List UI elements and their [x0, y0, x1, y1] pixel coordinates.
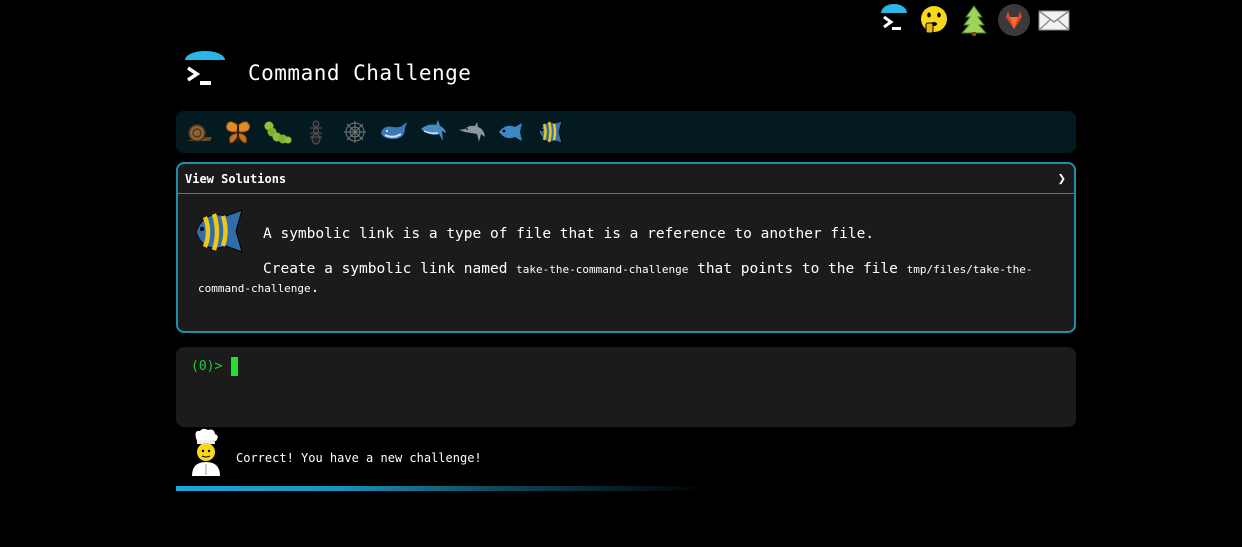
terminal-icon[interactable]	[877, 3, 911, 37]
progress-bar	[176, 486, 1076, 491]
status-message: Correct! You have a new challenge!	[236, 451, 482, 465]
challenge-panel: View Solutions ❯ A symbolic link is a ty…	[176, 162, 1076, 333]
view-solutions-toggle[interactable]: View Solutions ❯	[178, 164, 1074, 194]
shushing-face-icon[interactable]	[917, 3, 951, 37]
butterfly-icon[interactable]	[221, 115, 255, 149]
ant-icon[interactable]	[299, 115, 333, 149]
snail-icon[interactable]	[182, 115, 216, 149]
chevron-right-icon: ❯	[1057, 170, 1066, 187]
tropical-fish-icon	[192, 208, 244, 254]
task-middle: that points to the file	[688, 261, 907, 277]
task-suffix: .	[310, 280, 320, 296]
challenge-description: A symbolic link is a type of file that i…	[263, 226, 875, 242]
top-icons	[877, 3, 1077, 37]
view-solutions-label: View Solutions	[185, 171, 287, 186]
spider-web-icon[interactable]	[338, 115, 372, 149]
chef-icon	[188, 428, 224, 476]
page-title: Command Challenge	[248, 61, 472, 85]
tropical-fish-icon[interactable]	[533, 115, 567, 149]
level-bar	[176, 111, 1076, 153]
terminal[interactable]: (0)>	[176, 347, 1076, 427]
gitlab-icon[interactable]	[997, 3, 1031, 37]
envelope-icon[interactable]	[1037, 3, 1071, 37]
terminal-prompt: (0)>	[191, 359, 223, 374]
tree-icon[interactable]	[957, 3, 991, 37]
logo-icon[interactable]	[182, 50, 228, 96]
task-link-name: take-the-command-challenge	[516, 263, 689, 276]
terminal-cursor	[231, 357, 238, 376]
fish-icon[interactable]	[494, 115, 528, 149]
progress-fill	[176, 486, 707, 491]
task-prefix: Create a symbolic link named	[263, 261, 517, 277]
whale-icon[interactable]	[377, 115, 411, 149]
header: Command Challenge	[182, 50, 471, 96]
dolphin-icon[interactable]	[455, 115, 489, 149]
shark-icon[interactable]	[416, 115, 450, 149]
challenge-task: Create a symbolic link named take-the-co…	[198, 260, 1058, 298]
caterpillar-icon[interactable]	[260, 115, 294, 149]
